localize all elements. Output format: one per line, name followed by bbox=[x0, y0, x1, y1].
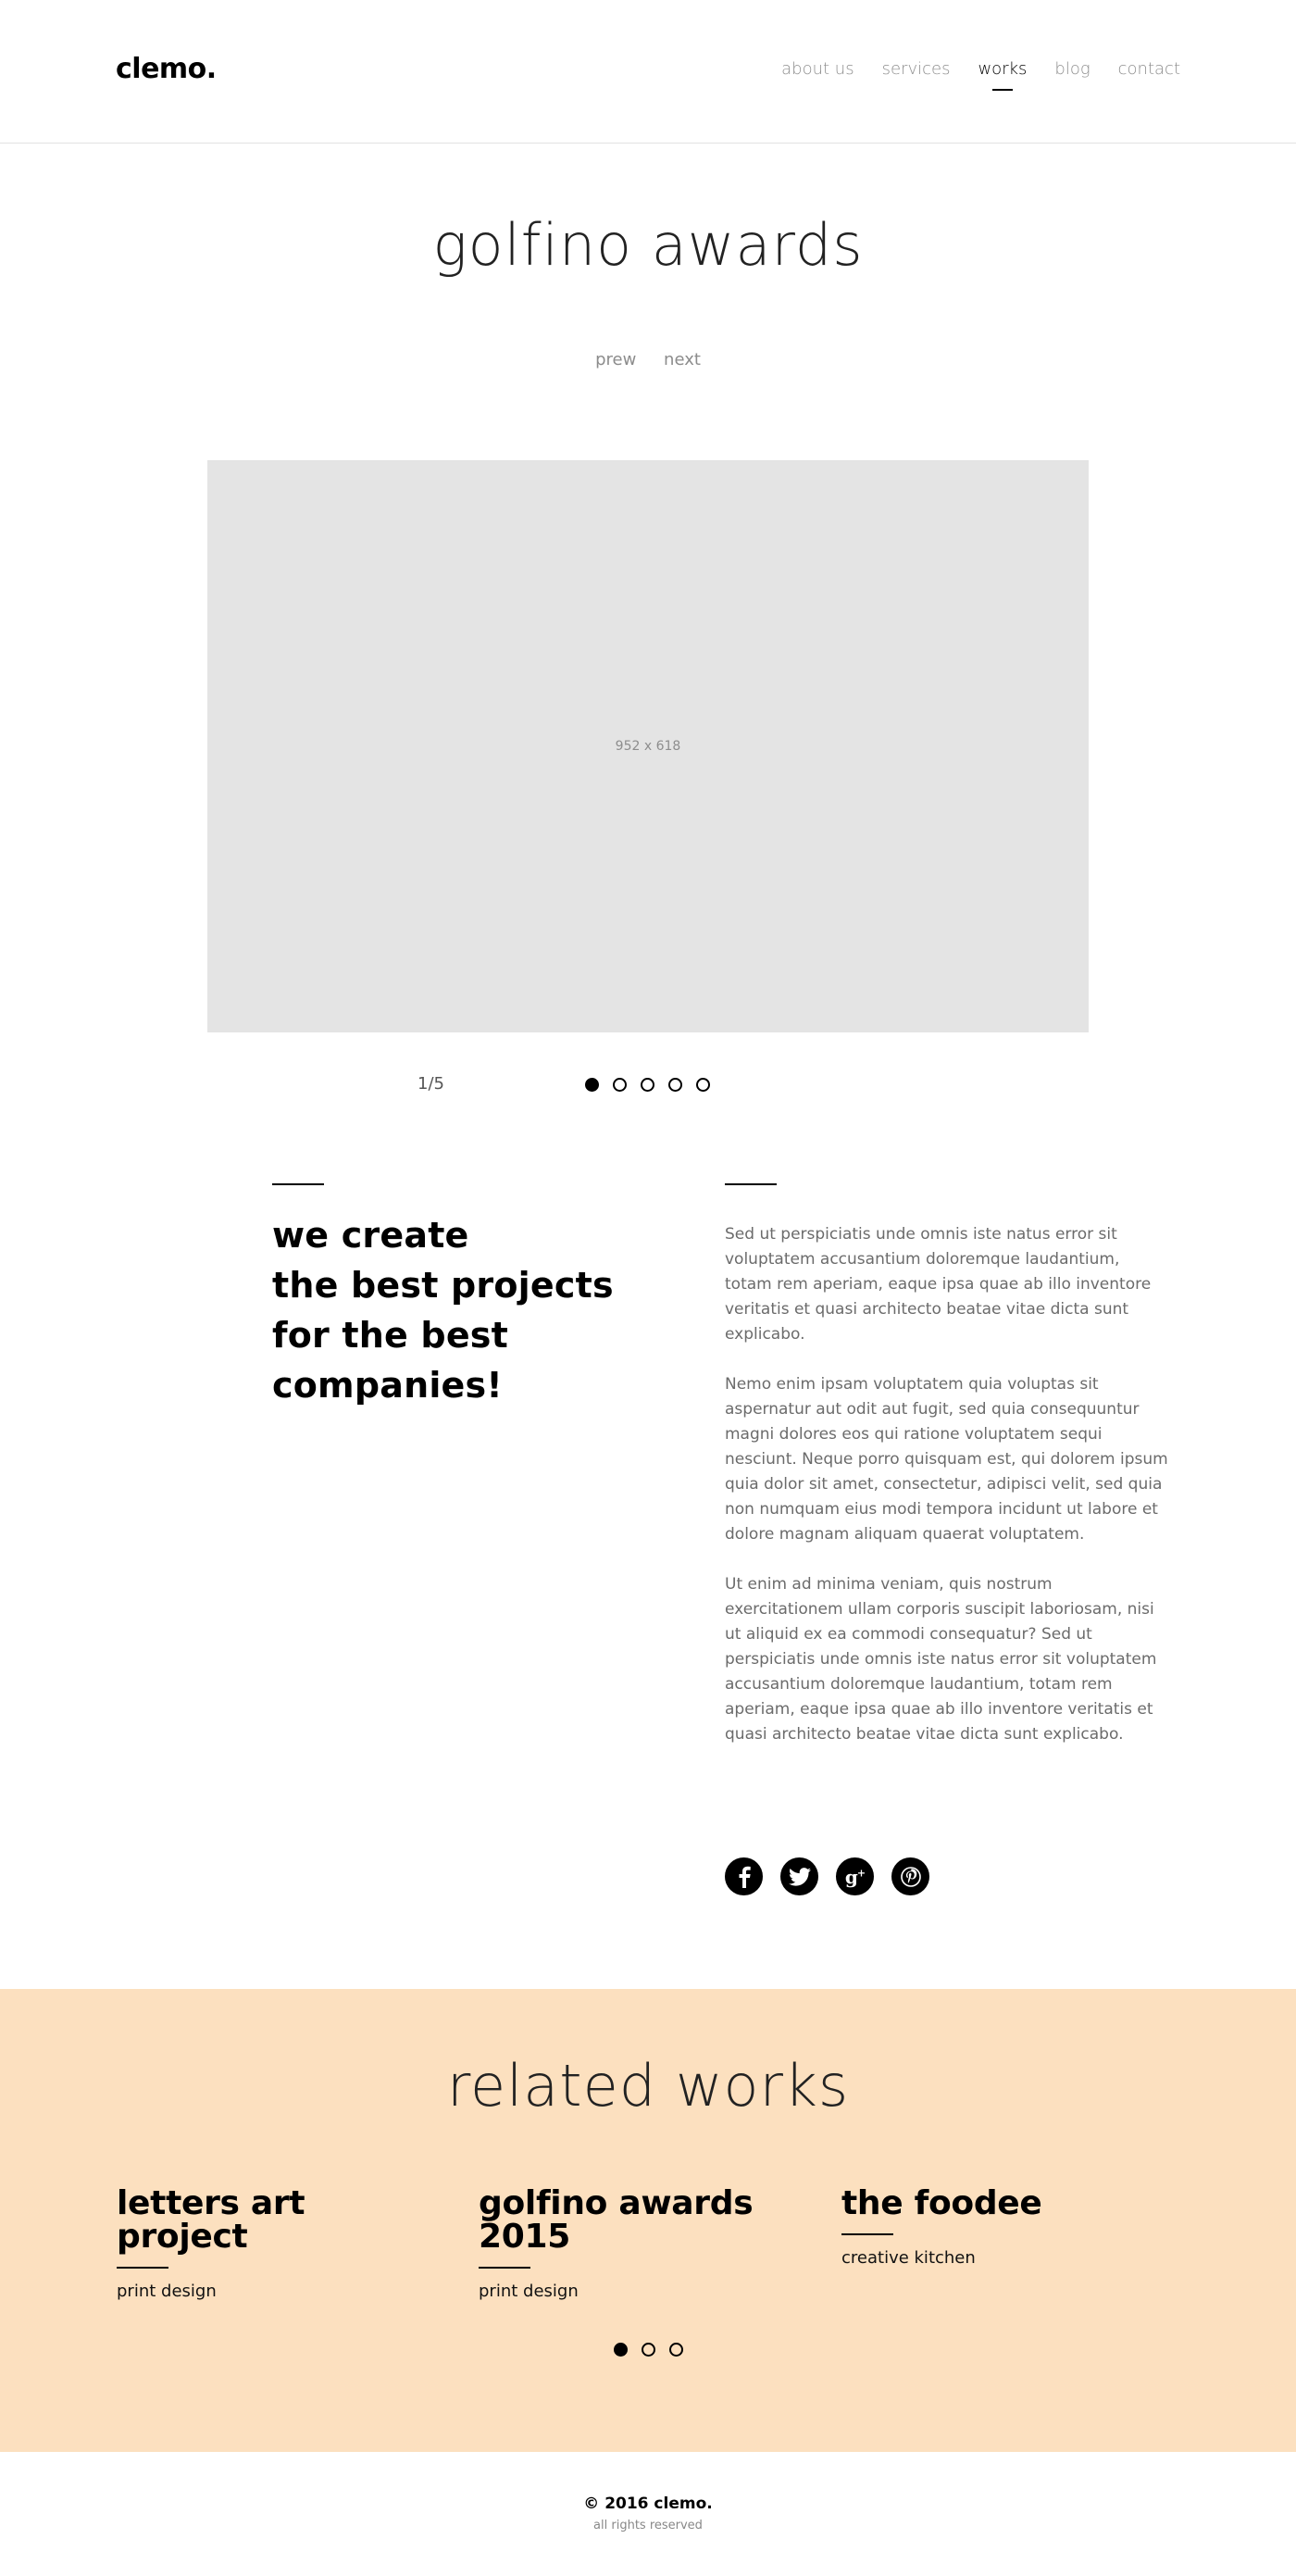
description-paragraph: Ut enim ad minima veniam, quis nostrum e… bbox=[725, 1575, 1157, 1744]
related-work-divider bbox=[117, 2267, 168, 2269]
logo[interactable]: clemo. bbox=[116, 53, 217, 85]
related-work-divider bbox=[479, 2267, 530, 2269]
page-title: golfino awards bbox=[432, 211, 864, 279]
related-works-section: related works letters art project print … bbox=[0, 1989, 1296, 2452]
related-work-card[interactable]: letters art project print design bbox=[117, 2187, 422, 2301]
project-image: 952 x 618 bbox=[207, 460, 1089, 1032]
site-footer: © 2016 clemo. all rights reserved bbox=[0, 2452, 1296, 2576]
prev-link[interactable]: prew bbox=[595, 350, 636, 369]
facebook-icon[interactable] bbox=[725, 1857, 763, 1895]
nav-item-about-us[interactable]: about us bbox=[781, 59, 854, 79]
nav-item-services[interactable]: services bbox=[882, 59, 951, 79]
slide-counter: 1/5 bbox=[417, 1074, 444, 1094]
tagline-line: for the best bbox=[272, 1315, 508, 1356]
related-work-divider bbox=[841, 2233, 893, 2235]
nav-item-blog[interactable]: blog bbox=[1054, 59, 1090, 79]
nav-item-works[interactable]: works bbox=[978, 59, 1027, 79]
social-links: g+ bbox=[725, 1857, 947, 1895]
related-work-card[interactable]: golfino awards 2015 print design bbox=[479, 2187, 756, 2301]
related-work-title[interactable]: the foodee bbox=[841, 2187, 1175, 2220]
related-work-category: creative kitchen bbox=[841, 2248, 976, 2268]
related-work-category: print design bbox=[479, 2282, 579, 2301]
next-link[interactable]: next bbox=[664, 350, 701, 369]
slide-dot[interactable] bbox=[585, 1078, 599, 1092]
tagline-line: we create bbox=[272, 1215, 469, 1256]
related-dot[interactable] bbox=[669, 2343, 683, 2357]
image-placeholder-label: 952 x 618 bbox=[615, 739, 681, 754]
slide-dot[interactable] bbox=[641, 1078, 654, 1092]
description-paragraph: Nemo enim ipsam voluptatem quia voluptas… bbox=[725, 1375, 1168, 1544]
copyright: © 2016 clemo. bbox=[583, 2495, 713, 2513]
google-plus-glyph: g+ bbox=[844, 1865, 866, 1888]
main-nav: about us services works blog contact bbox=[754, 59, 1180, 79]
related-work-card[interactable]: the foodee creative kitchen bbox=[841, 2187, 1175, 2268]
related-works-dots bbox=[614, 2343, 697, 2357]
slide-dots bbox=[585, 1078, 724, 1092]
site-header: clemo. about us services works blog cont… bbox=[0, 0, 1296, 144]
related-dot[interactable] bbox=[642, 2343, 655, 2357]
twitter-icon[interactable] bbox=[780, 1857, 818, 1895]
related-work-title[interactable]: letters art project bbox=[117, 2187, 422, 2254]
description-paragraph: Sed ut perspiciatis unde omnis iste natu… bbox=[725, 1225, 1152, 1344]
nav-item-contact[interactable]: contact bbox=[1118, 59, 1180, 79]
text-divider bbox=[725, 1183, 777, 1185]
related-works-title: related works bbox=[446, 2052, 850, 2120]
project-description: Sed ut perspiciatis unde omnis iste natu… bbox=[725, 1222, 1169, 1772]
slide-dot[interactable] bbox=[668, 1078, 682, 1092]
related-work-title[interactable]: golfino awards 2015 bbox=[479, 2187, 756, 2254]
tagline-line: the best projects bbox=[272, 1265, 614, 1306]
google-plus-icon[interactable]: g+ bbox=[836, 1857, 874, 1895]
tagline-divider bbox=[272, 1183, 324, 1185]
rights-reserved: all rights reserved bbox=[593, 2519, 703, 2532]
related-dot[interactable] bbox=[614, 2343, 628, 2357]
related-work-category: print design bbox=[117, 2282, 217, 2301]
slide-dot[interactable] bbox=[696, 1078, 710, 1092]
slide-dot[interactable] bbox=[613, 1078, 627, 1092]
pinterest-icon[interactable] bbox=[891, 1857, 929, 1895]
project-pager: prew next bbox=[0, 350, 1296, 369]
tagline-line: companies! bbox=[272, 1365, 503, 1406]
tagline: we create the best projects for the best… bbox=[272, 1210, 614, 1410]
